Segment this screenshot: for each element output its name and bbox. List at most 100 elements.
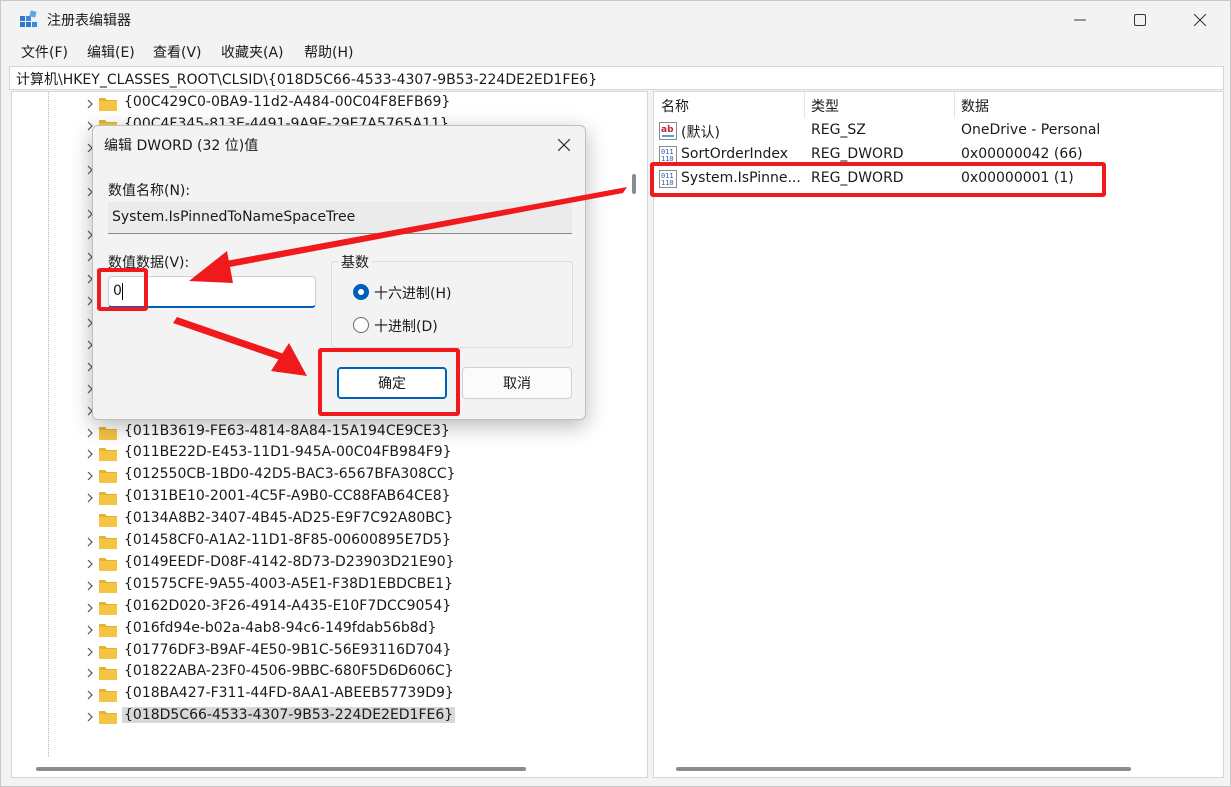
folder-icon	[99, 448, 117, 462]
minimize-icon	[1074, 19, 1086, 21]
maximize-icon	[1134, 14, 1146, 26]
tree-item[interactable]: {01575CFE-9A55-4003-A5E1-F38D1EBDCBE1}	[82, 575, 602, 597]
folder-icon	[99, 601, 117, 615]
tree-item[interactable]: {011BE22D-E453-11D1-945A-00C04FB984F9}	[82, 443, 602, 465]
chevron-right-icon[interactable]	[84, 687, 96, 703]
tree-item[interactable]: {00C429C0-0BA9-11d2-A484-00C04F8EFB69}	[82, 93, 602, 115]
tree-item[interactable]: {0131BE10-2001-4C5F-A9B0-CC88FAB64CE8}	[82, 487, 602, 509]
tree-item[interactable]: {011B3619-FE63-4814-8A84-15A194CE9CE3}	[82, 422, 602, 444]
column-separator[interactable]	[954, 92, 955, 118]
tree-item-label: {01822ABA-23F0-4506-9BBC-680F5D6D606C}	[124, 663, 454, 680]
tree-item[interactable]: {018BA427-F311-44FD-8AA1-ABEEB57739D9}	[82, 684, 602, 706]
chevron-right-icon[interactable]	[84, 96, 96, 112]
chevron-right-icon[interactable]	[84, 578, 96, 594]
folder-icon	[99, 667, 117, 681]
value-name: (默认)	[681, 125, 720, 141]
folder-icon	[99, 426, 117, 440]
folder-icon	[99, 711, 117, 725]
tree-item-label: {01575CFE-9A55-4003-A5E1-F38D1EBDCBE1}	[124, 575, 454, 592]
radio-decimal[interactable]	[353, 317, 369, 333]
dialog-close-button[interactable]	[553, 134, 575, 156]
tree-horizontal-scrollbar[interactable]	[36, 767, 526, 771]
menu-bar: 文件(F) 编辑(E) 查看(V) 收藏夹(A) 帮助(H)	[1, 39, 1230, 65]
chevron-right-icon[interactable]	[84, 446, 96, 462]
column-header-data[interactable]: 数据	[961, 96, 989, 116]
minimize-button[interactable]	[1050, 1, 1110, 39]
menu-file[interactable]: 文件(F)	[21, 42, 68, 62]
window-title: 注册表编辑器	[47, 13, 131, 29]
svg-text:ab: ab	[661, 125, 674, 135]
base-group	[331, 261, 573, 348]
tree-item-label: {0134A8B2-3407-4B45-AD25-E9F7C92A80BC}	[124, 510, 454, 527]
close-button[interactable]	[1170, 1, 1230, 39]
values-horizontal-scrollbar[interactable]	[676, 767, 1131, 771]
chevron-right-icon[interactable]	[84, 534, 96, 550]
tree-item-label: {011BE22D-E453-11D1-945A-00C04FB984F9}	[124, 444, 452, 461]
radio-decimal-label[interactable]: 十进制(D)	[374, 316, 438, 336]
dialog-title: 编辑 DWORD (32 位)值	[104, 138, 259, 154]
chevron-right-icon[interactable]	[84, 622, 96, 638]
folder-icon	[99, 623, 117, 637]
cancel-button[interactable]: 取消	[462, 367, 572, 399]
tree-item[interactable]: {012550CB-1BD0-42D5-BAC3-6567BFA308CC}	[82, 465, 602, 487]
folder-icon	[99, 470, 117, 484]
annotation-highlight-value-row	[650, 162, 1106, 197]
value-row[interactable]: ab (默认) REG_SZ OneDrive - Personal	[654, 119, 1223, 143]
maximize-button[interactable]	[1110, 1, 1170, 39]
value-type: REG_DWORD	[811, 146, 904, 162]
folder-icon	[99, 536, 117, 549]
tree-item-label: {0162D020-3F26-4914-A435-E10F7DCC9054}	[124, 597, 452, 614]
value-data: OneDrive - Personal	[961, 122, 1101, 138]
folder-icon	[99, 514, 117, 528]
tree-vertical-scrollbar[interactable]	[632, 174, 636, 194]
chevron-right-icon[interactable]	[84, 490, 96, 506]
folder-icon	[99, 557, 117, 571]
menu-view[interactable]: 查看(V)	[153, 42, 202, 62]
tree-guide-line	[48, 92, 49, 757]
registry-editor-window: 注册表编辑器 文件(F) 编辑(E) 查看(V) 收藏夹(A) 帮助(H) 计算…	[0, 0, 1231, 787]
folder-icon	[99, 98, 117, 111]
chevron-right-icon[interactable]	[84, 600, 96, 616]
chevron-right-icon[interactable]	[84, 709, 96, 725]
chevron-right-icon[interactable]	[84, 665, 96, 681]
radio-hexadecimal[interactable]	[353, 284, 369, 300]
tree-item[interactable]: {0149EEDF-D08F-4142-8D73-D23903D21E90}	[82, 553, 602, 575]
menu-edit[interactable]: 编辑(E)	[87, 42, 135, 62]
tree-item-label: {01458CF0-A1A2-11D1-8F85-00600895E7D5}	[124, 532, 451, 548]
value-name-text: System.IsPinnedToNameSpaceTree	[112, 209, 356, 225]
radio-hexadecimal-label[interactable]: 十六进制(H)	[374, 283, 451, 303]
chevron-right-icon[interactable]	[84, 425, 96, 441]
registry-editor-icon	[20, 10, 37, 27]
menu-favorites[interactable]: 收藏夹(A)	[221, 42, 284, 62]
folder-icon	[99, 579, 117, 593]
column-separator[interactable]	[804, 92, 805, 118]
column-header-name[interactable]: 名称	[661, 96, 689, 116]
chevron-right-icon[interactable]	[84, 644, 96, 660]
value-name-label: 数值名称(N):	[108, 183, 191, 199]
value-data: 0x00000042 (66)	[961, 146, 1083, 162]
tree-item[interactable]: {0134A8B2-3407-4B45-AD25-E9F7C92A80BC}	[82, 509, 602, 531]
tree-item-label: {01776DF3-B9AF-4E50-9B1C-56E93116D704}	[124, 641, 452, 658]
tree-item-label: {0149EEDF-D08F-4142-8D73-D23903D21E90}	[124, 553, 455, 570]
tree-item[interactable]: {01822ABA-23F0-4506-9BBC-680F5D6D606C}	[82, 662, 602, 684]
chevron-right-icon[interactable]	[84, 468, 96, 484]
column-header-type[interactable]: 类型	[811, 96, 839, 116]
tree-item[interactable]: {01776DF3-B9AF-4E50-9B1C-56E93116D704}	[82, 641, 602, 663]
value-name: SortOrderIndex	[681, 146, 789, 162]
close-icon	[1194, 14, 1206, 26]
tree-item-label: {011B3619-FE63-4814-8A84-15A194CE9CE3}	[124, 422, 450, 439]
tree-item[interactable]: {01458CF0-A1A2-11D1-8F85-00600895E7D5}	[82, 531, 602, 553]
chevron-right-icon[interactable]	[84, 556, 96, 572]
tree-item-label: {00C429C0-0BA9-11d2-A484-00C04F8EFB69}	[124, 94, 451, 110]
tree-item[interactable]: {0162D020-3F26-4914-A435-E10F7DCC9054}	[82, 597, 602, 619]
tree-item[interactable]: {016fd94e-b02a-4ab8-94c6-149fdab56b8d}	[82, 619, 602, 641]
base-group-label: 基数	[338, 252, 372, 272]
folder-icon	[99, 689, 117, 703]
address-path: 计算机\HKEY_CLASSES_ROOT\CLSID\{018D5C66-45…	[16, 72, 598, 88]
folder-icon	[99, 492, 117, 506]
title-bar: 注册表编辑器	[1, 1, 1230, 39]
tree-item-label: {018BA427-F311-44FD-8AA1-ABEEB57739D9}	[124, 685, 454, 702]
menu-help[interactable]: 帮助(H)	[304, 42, 353, 62]
tree-item[interactable]: {018D5C66-4533-4307-9B53-224DE2ED1FE6}	[82, 706, 602, 728]
address-bar[interactable]: 计算机\HKEY_CLASSES_ROOT\CLSID\{018D5C66-45…	[9, 66, 1224, 90]
